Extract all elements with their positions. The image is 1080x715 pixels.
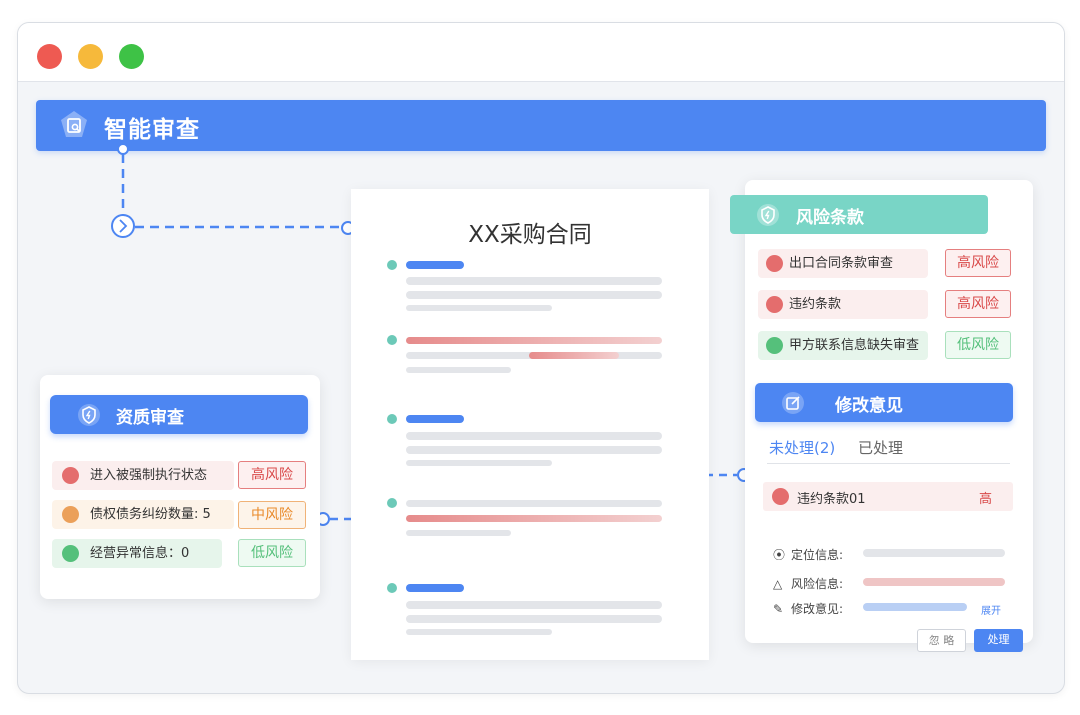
text-line — [406, 530, 511, 536]
title-bar — [18, 23, 1064, 82]
risk-value-bar — [863, 578, 1005, 586]
document-title: XX采购合同 — [468, 222, 592, 248]
section-heading-line — [406, 584, 464, 592]
text-line — [406, 500, 662, 507]
shield-icon — [766, 296, 783, 313]
minimize-button[interactable] — [78, 44, 103, 69]
detail-location: ⦿ 定位信息: — [773, 546, 843, 563]
text-line — [406, 446, 662, 454]
close-button[interactable] — [37, 44, 62, 69]
handle-button[interactable]: 处理 — [974, 629, 1023, 652]
risk-clause-item[interactable]: 出口合同条款审查 — [758, 249, 928, 278]
risk-clause-label: 出口合同条款审查 — [789, 256, 894, 271]
edit-icon — [782, 392, 804, 414]
text-line — [406, 367, 511, 373]
section-bullet — [387, 414, 397, 424]
detail-risk: △ 风险信息: — [773, 575, 843, 592]
shield-icon — [766, 337, 783, 354]
qualification-item-label: 进入被强制执行状态 — [90, 468, 208, 483]
risk-clauses-title-bar: 风险条款 — [730, 195, 988, 234]
risk-clause-label: 违约条款 — [789, 297, 842, 312]
contract-document[interactable]: XX采购合同 — [351, 189, 709, 660]
tab-processed[interactable]: 已处理 — [858, 437, 903, 458]
issue-row[interactable]: 违约条款01 高 — [763, 482, 1013, 511]
section-heading-line — [406, 415, 464, 423]
risk-clause-label: 甲方联系信息缺失审查 — [789, 338, 920, 353]
shield-icon — [772, 488, 789, 505]
suggestion-value-bar — [863, 603, 967, 611]
text-line — [406, 629, 552, 635]
risk-level-badge: 低风险 — [238, 539, 306, 567]
expand-link[interactable]: 展开 — [981, 602, 1001, 617]
detail-suggestion: ✎ 修改意见: — [773, 600, 843, 617]
risk-text-line — [406, 515, 662, 522]
qualification-title: 资质审查 — [116, 408, 184, 428]
text-line — [406, 291, 662, 299]
risk-text-line — [406, 337, 662, 344]
qualification-item-label: 债权债务纠纷数量: 5 — [90, 507, 211, 522]
qualification-card: 资质审查 进入被强制执行状态 高风险 债权债务纠纷数量: 5 中风险 经营异常信… — [40, 375, 320, 599]
shield-icon — [78, 404, 100, 426]
shield-icon — [757, 204, 779, 226]
tab-unprocessed[interactable]: 未处理(2) — [769, 437, 835, 458]
section-bullet — [387, 260, 397, 270]
risk-level-badge: 低风险 — [945, 331, 1011, 359]
text-line — [406, 305, 552, 311]
doc-search-icon — [61, 111, 87, 137]
qualification-item[interactable]: 进入被强制执行状态 — [52, 461, 234, 490]
section-heading-line — [406, 261, 464, 269]
ignore-button[interactable]: 忽 略 — [917, 629, 966, 652]
page-title: 智能审查 — [104, 117, 200, 143]
text-line — [406, 615, 662, 623]
qualification-item[interactable]: 债权债务纠纷数量: 5 — [52, 500, 234, 529]
warning-icon: △ — [773, 577, 783, 591]
detail-label: 定位信息: — [791, 548, 844, 562]
risk-level-badge: 高风险 — [945, 249, 1011, 277]
doc-icon — [62, 545, 79, 562]
location-pin-icon: ⦿ — [773, 548, 786, 562]
qualification-title-bar: 资质审查 — [50, 395, 308, 434]
risk-clause-item[interactable]: 甲方联系信息缺失审查 — [758, 331, 928, 360]
text-line — [406, 601, 662, 609]
shield-icon — [62, 467, 79, 484]
qualification-item[interactable]: 经营异常信息：0 — [52, 539, 222, 568]
maximize-button[interactable] — [119, 44, 144, 69]
risk-level-badge: 中风险 — [238, 501, 306, 529]
pencil-icon: ✎ — [773, 602, 784, 616]
risk-text-line — [529, 352, 619, 359]
risk-level-badge: 高风险 — [238, 461, 306, 489]
app-window: 智能审查 XX采购合同 资质审查 进入被强制执行状态 高风险 债权债务纠纷数量:… — [17, 22, 1065, 694]
review-panel: 风险条款 出口合同条款审查 高风险 违约条款 高风险 甲方联系信息缺失审查 低风… — [730, 180, 1033, 652]
suggestions-title: 修改意见 — [835, 396, 903, 416]
section-bullet — [387, 335, 397, 345]
location-value-bar — [863, 549, 1005, 557]
suggestions-title-bar: 修改意见 — [755, 383, 1013, 422]
section-bullet — [387, 498, 397, 508]
detail-label: 修改意见: — [791, 602, 844, 616]
issue-label: 违约条款01 — [797, 492, 866, 507]
risk-clauses-title: 风险条款 — [796, 208, 864, 228]
text-line — [406, 277, 662, 285]
text-line — [406, 432, 662, 440]
shield-icon — [766, 255, 783, 272]
section-bullet — [387, 583, 397, 593]
detail-label: 风险信息: — [791, 577, 844, 591]
text-line — [406, 460, 552, 466]
tab-divider — [767, 463, 1010, 464]
risk-clause-item[interactable]: 违约条款 — [758, 290, 928, 319]
header-banner: 智能审查 — [36, 100, 1046, 151]
qualification-item-label: 经营异常信息：0 — [90, 546, 190, 561]
receipt-icon — [62, 506, 79, 523]
issue-level: 高 — [979, 492, 993, 507]
risk-level-badge: 高风险 — [945, 290, 1011, 318]
